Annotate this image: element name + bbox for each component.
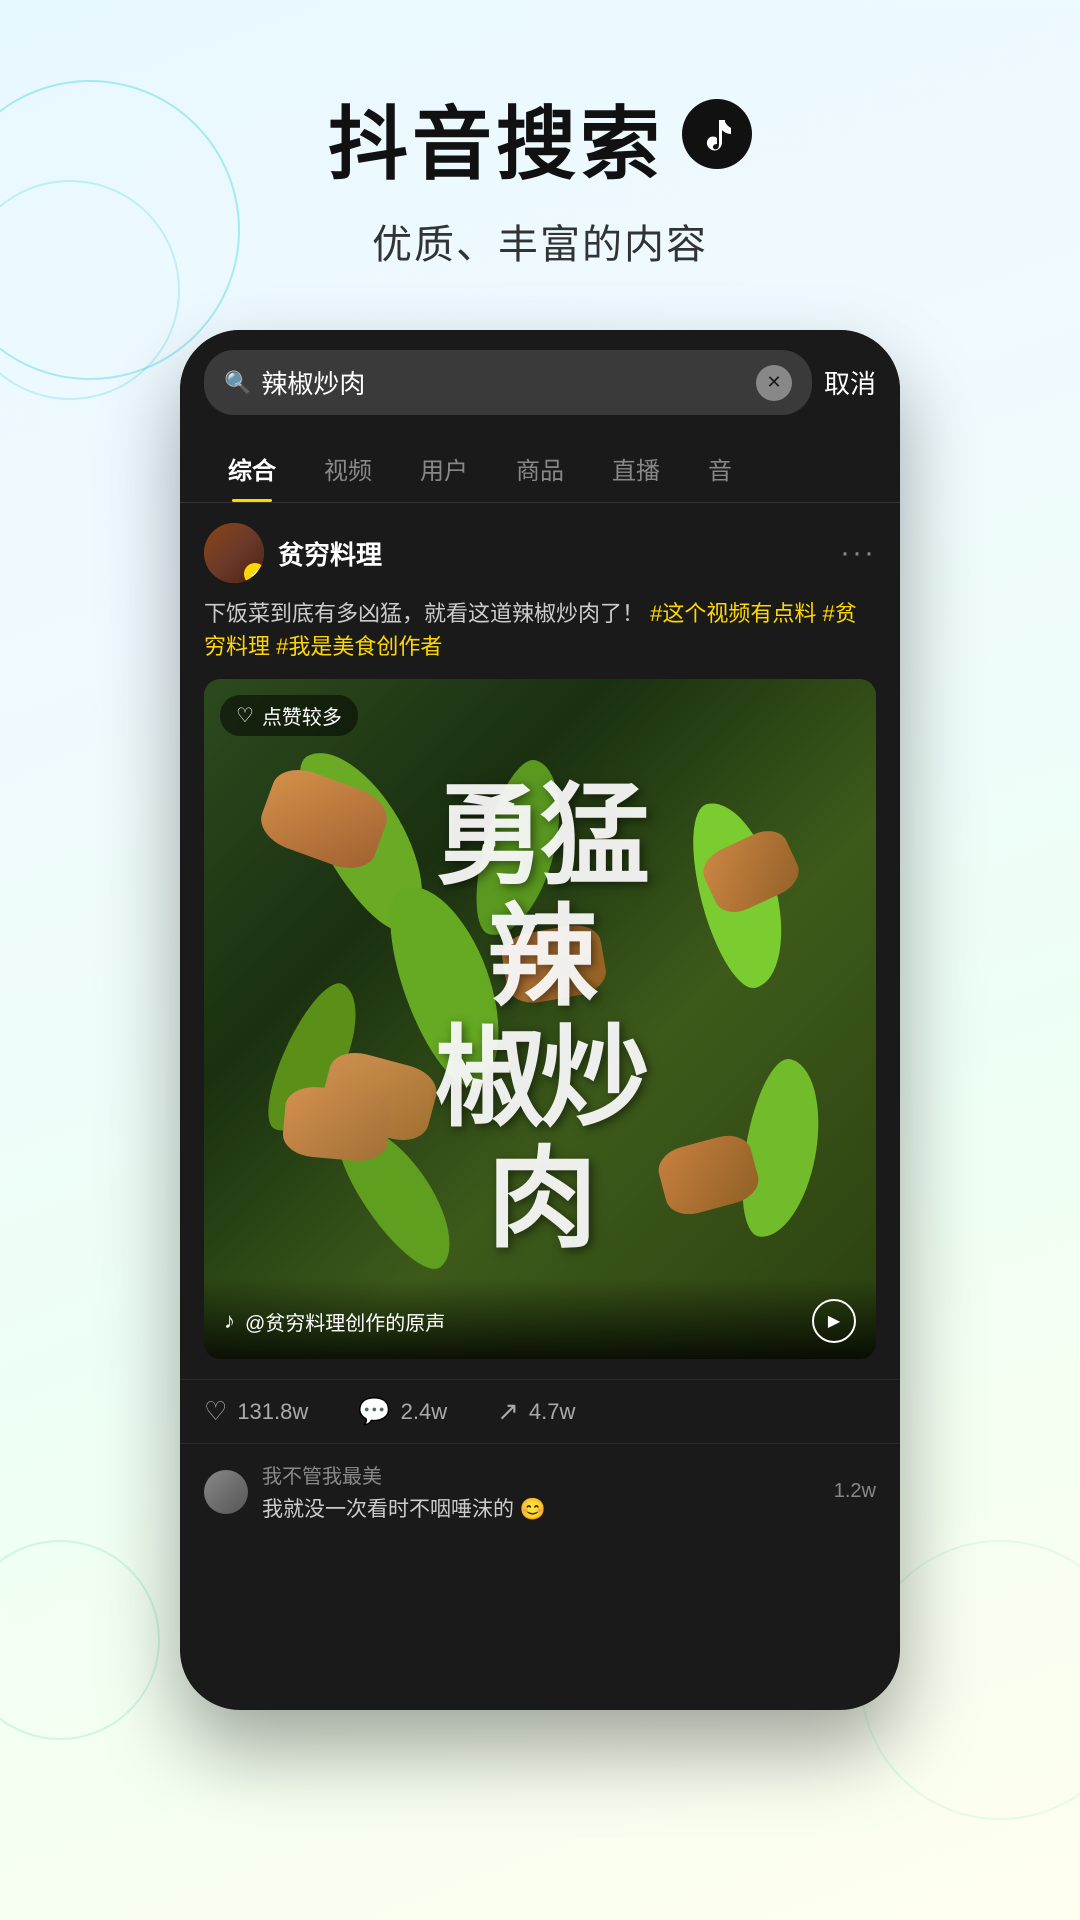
douyin-logo-icon <box>682 99 752 169</box>
video-bottom-bar: ♪ @贫穷料理创作的原声 ▶ <box>204 1279 876 1359</box>
tab-comprehensive[interactable]: 综合 <box>204 435 300 502</box>
play-button[interactable]: ▶ <box>812 1299 856 1343</box>
share-count[interactable]: ↗ 4.7w <box>497 1396 575 1427</box>
page-subtitle: 优质、丰富的内容 <box>0 212 1080 270</box>
comment-count-text: 2.4w <box>401 1399 447 1425</box>
tab-video[interactable]: 视频 <box>300 435 396 502</box>
search-cancel-button[interactable]: 取消 <box>824 364 876 401</box>
comment-text-area: 我不管我最美 我就没一次看时不咽唾沫的 😊 <box>262 1460 820 1523</box>
search-bar: 🔍 辣椒炒肉 ✕ 取消 <box>180 330 900 435</box>
content-area: ✓ 贫穷料理 ··· 下饭菜到底有多凶猛，就看这道辣椒炒肉了！ #这个视频有点料… <box>180 503 900 1379</box>
username: 贫穷料理 <box>278 535 382 572</box>
engagement-bar: ♡ 131.8w 💬 2.4w ↗ 4.7w <box>180 1379 900 1443</box>
commenter-name: 我不管我最美 <box>262 1460 820 1489</box>
user-info: ✓ 贫穷料理 <box>204 523 382 583</box>
tab-user[interactable]: 用户 <box>396 435 492 502</box>
more-options-icon[interactable]: ··· <box>840 536 876 570</box>
heart-icon: ♡ <box>204 1396 227 1427</box>
video-source-text: @贫穷料理创作的原声 <box>245 1307 445 1336</box>
post-header: ✓ 贫穷料理 ··· <box>204 523 876 583</box>
search-query: 辣椒炒肉 <box>261 364 746 401</box>
search-icon: 🔍 <box>224 370 251 396</box>
phone-screen: 🔍 辣椒炒肉 ✕ 取消 综合 视频 用户 商品 直播 音 <box>180 330 900 1710</box>
comment-like-count: 1.2w <box>834 1480 876 1503</box>
tab-product[interactable]: 商品 <box>492 435 588 502</box>
verified-badge: ✓ <box>244 563 264 583</box>
title-text: 抖音搜索 <box>328 80 664 196</box>
search-input-area[interactable]: 🔍 辣椒炒肉 ✕ <box>204 350 812 415</box>
post-description: 下饭菜到底有多凶猛，就看这道辣椒炒肉了！ #这个视频有点料 #贫穷料理 #我是美… <box>204 597 876 663</box>
nav-tabs: 综合 视频 用户 商品 直播 音 <box>180 435 900 503</box>
comment-icon: 💬 <box>358 1396 390 1427</box>
tab-live[interactable]: 直播 <box>588 435 684 502</box>
douyin-icon: ♪ <box>224 1308 235 1334</box>
commenter-avatar <box>204 1470 248 1514</box>
page-title: 抖音搜索 <box>0 80 1080 196</box>
comment-count[interactable]: 💬 2.4w <box>358 1396 447 1427</box>
like-count[interactable]: ♡ 131.8w <box>204 1396 308 1427</box>
search-clear-button[interactable]: ✕ <box>756 365 792 401</box>
comment-text: 我就没一次看时不咽唾沫的 😊 <box>262 1493 820 1523</box>
header: 抖音搜索 优质、丰富的内容 <box>0 0 1080 310</box>
video-title-text: 勇猛辣椒炒肉 <box>435 777 645 1261</box>
tab-audio[interactable]: 音 <box>684 435 756 502</box>
like-count-text: 131.8w <box>237 1399 308 1425</box>
video-source: ♪ @贫穷料理创作的原声 <box>224 1307 445 1336</box>
video-thumbnail[interactable]: ♡ 点赞较多 勇猛辣椒炒肉 ♪ @贫穷料理创作的原声 ▶ <box>204 679 876 1359</box>
share-icon: ↗ <box>497 1396 519 1427</box>
phone-mockup: 🔍 辣椒炒肉 ✕ 取消 综合 视频 用户 商品 直播 音 <box>0 330 1080 1710</box>
video-text-overlay: 勇猛辣椒炒肉 <box>204 679 876 1359</box>
avatar: ✓ <box>204 523 264 583</box>
comment-preview: 我不管我最美 我就没一次看时不咽唾沫的 😊 1.2w <box>180 1443 900 1539</box>
share-count-text: 4.7w <box>529 1399 575 1425</box>
